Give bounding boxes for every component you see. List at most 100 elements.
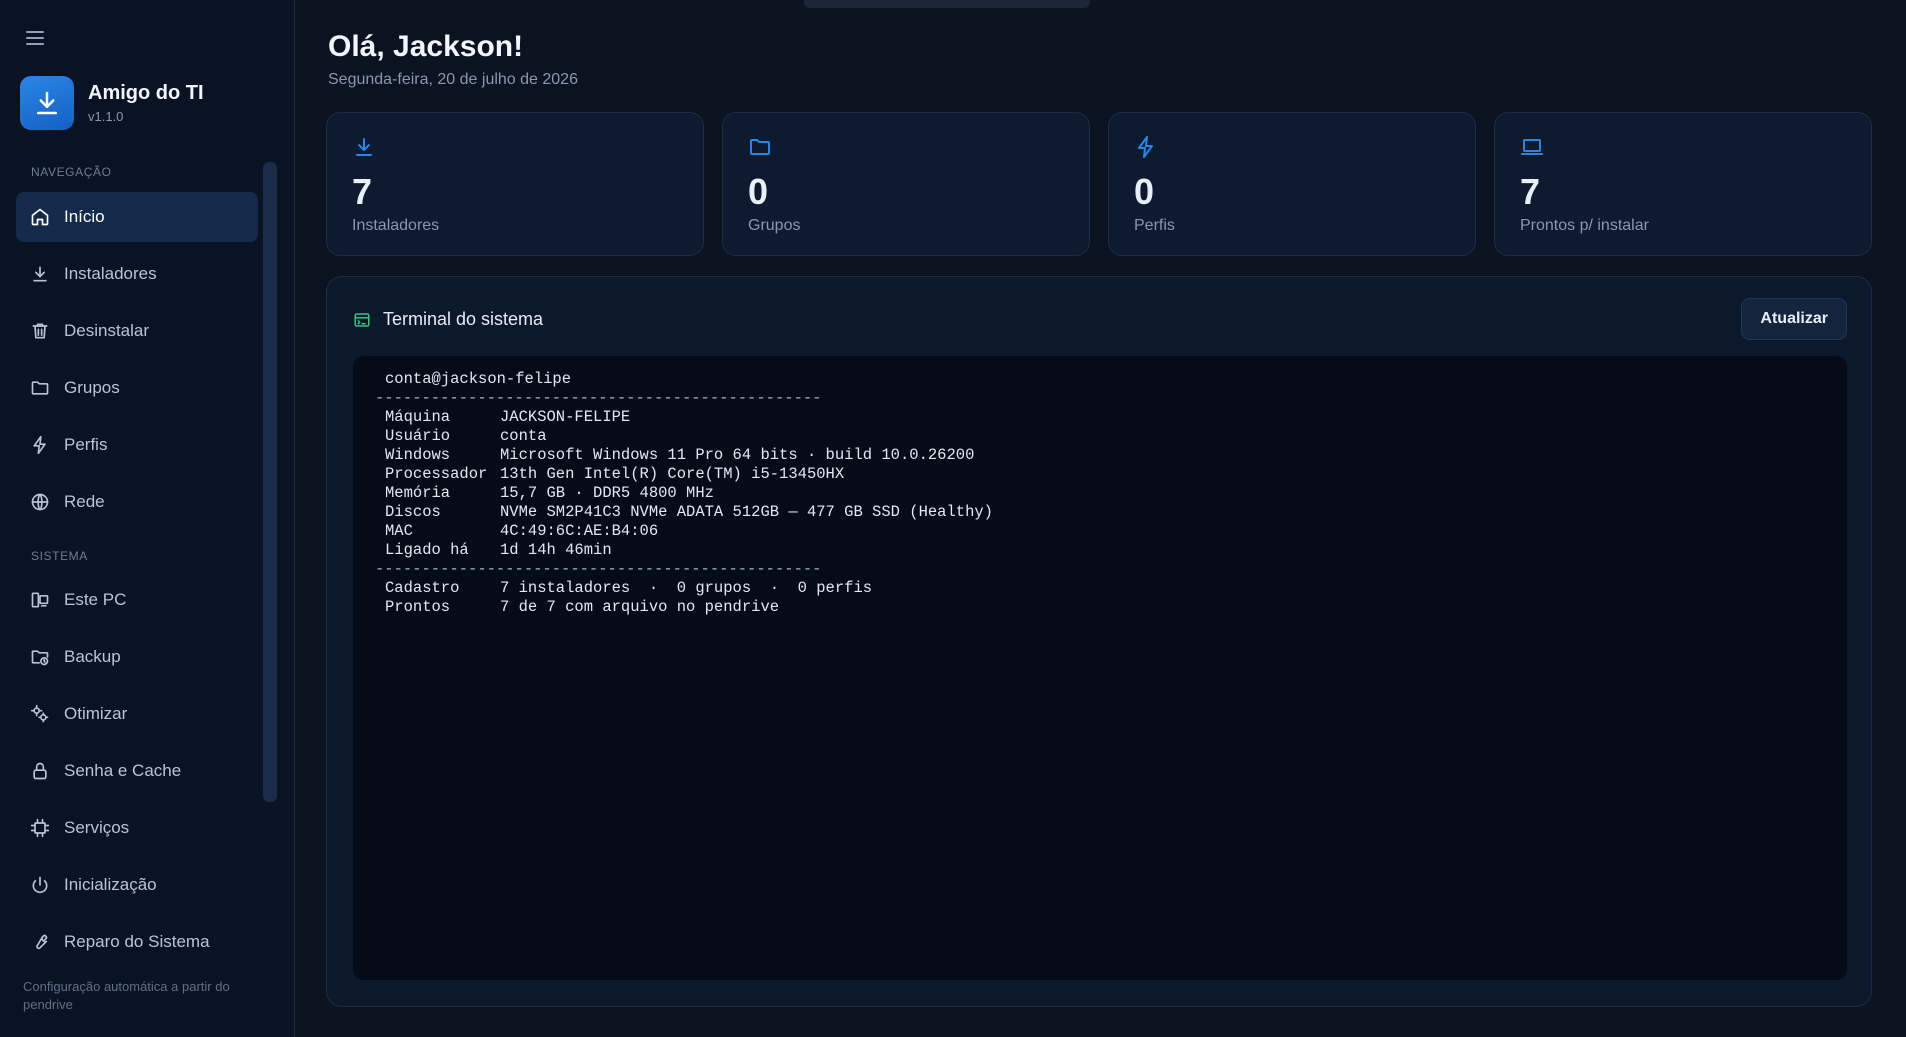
gears-icon <box>30 704 49 723</box>
refresh-button[interactable]: Atualizar <box>1741 298 1847 340</box>
lock-icon <box>33 762 47 780</box>
sidebar-item-label: Instaladores <box>64 264 157 283</box>
terminal-icon <box>354 312 370 327</box>
app-name: Amigo do TI <box>88 82 204 104</box>
menu-toggle-icon[interactable] <box>26 26 50 50</box>
folder-icon <box>750 139 770 155</box>
sidebar-item-instaladores[interactable]: Instaladores <box>16 249 258 299</box>
terminal-key: Ligado há <box>385 541 469 559</box>
terminal-separator: ----------------------------------------… <box>375 560 822 578</box>
download-icon <box>33 266 47 282</box>
stat-card-grupos[interactable]: 0 Grupos <box>722 112 1090 256</box>
sidebar-item-este-pc[interactable]: Este PC <box>16 575 258 625</box>
sidebar-item-inicio[interactable]: Início <box>16 192 258 242</box>
download-icon <box>356 138 372 156</box>
stat-value: 7 <box>352 171 373 212</box>
terminal-value: JACKSON-FELIPE <box>500 408 631 426</box>
terminal-row: Processador 13th Gen Intel(R) Core(TM) i5… <box>353 465 1847 484</box>
sidebar-item-desinstalar[interactable]: Desinstalar <box>16 306 258 356</box>
stat-card-prontos[interactable]: 7 Prontos p/ instalar <box>1494 112 1872 256</box>
sidebar-item-servicos[interactable]: Serviços <box>16 803 258 853</box>
sidebar-item-senha-cache[interactable]: Senha e Cache <box>16 746 258 796</box>
app-version: v1.1.0 <box>88 109 124 124</box>
sidebar-scrollbar[interactable] <box>263 162 277 802</box>
sidebar-item-label: Senha e Cache <box>64 761 182 780</box>
terminal-key: Discos <box>385 503 441 521</box>
terminal-key: Windows <box>385 446 451 464</box>
page-title: Olá, Jackson! <box>328 30 524 63</box>
sidebar-item-perfis[interactable]: Perfis <box>16 420 258 470</box>
folder-icon <box>31 381 49 395</box>
sidebar-item-otimizar[interactable]: Otimizar <box>16 689 258 739</box>
pc-icon <box>31 592 49 608</box>
sidebar-item-label: Desinstalar <box>64 321 150 340</box>
terminal-row: Cadastro 7 instaladores · 0 grupos · 0 pe… <box>353 579 1847 598</box>
home-icon <box>31 208 49 226</box>
sidebar-item-label: Grupos <box>64 378 120 397</box>
sidebar-footer-note: Configuração automática a partir do pend… <box>23 979 230 1012</box>
stat-value: 7 <box>1520 171 1541 212</box>
sidebar-item-inicializacao[interactable]: Inicialização <box>16 860 258 910</box>
terminal-row: Ligado há 1d 14h 46min <box>353 541 1847 560</box>
stat-value: 0 <box>748 171 769 212</box>
terminal-row: Windows Microsoft Windows 11 Pro 64 bits … <box>353 446 1847 465</box>
power-icon <box>32 876 48 894</box>
terminal-key: Usuário <box>385 427 451 445</box>
sidebar-item-label: Otimizar <box>64 704 128 723</box>
terminal-key: Memória <box>385 484 451 502</box>
terminal-row: Memória 15,7 GB · DDR5 4800 MHz <box>353 484 1847 503</box>
stat-label: Instaladores <box>352 217 440 234</box>
terminal-key: Processador <box>385 465 488 483</box>
stat-label: Perfis <box>1134 217 1175 234</box>
sidebar-item-grupos[interactable]: Grupos <box>16 363 258 413</box>
terminal-value: NVMe SM2P41C3 NVMe ADATA 512GB — 477 GB … <box>500 503 993 521</box>
terminal-row: Máquina JACKSON-FELIPE <box>353 408 1847 427</box>
terminal-output[interactable]: conta@jackson-felipe -------------------… <box>353 356 1847 980</box>
terminal-key: Máquina <box>385 408 451 426</box>
sidebar-item-label: Reparo do Sistema <box>64 932 210 951</box>
section-label-system: SISTEMA <box>31 549 88 563</box>
stat-label: Grupos <box>748 217 801 234</box>
sidebar-item-backup[interactable]: Backup <box>16 632 258 682</box>
laptop-icon <box>1521 139 1543 155</box>
section-label-navigation: NAVEGAÇÃO <box>31 165 112 179</box>
terminal-key: Cadastro <box>385 579 460 597</box>
terminal-value: Microsoft Windows 11 Pro 64 bits · build… <box>500 446 975 464</box>
terminal-value: 7 instaladores · 0 grupos · 0 perfis <box>500 579 873 597</box>
sidebar-item-reparo[interactable]: Reparo do Sistema <box>16 917 258 967</box>
sidebar-item-label: Backup <box>64 647 121 666</box>
bolt-icon <box>1138 136 1153 158</box>
stat-card-perfis[interactable]: 0 Perfis <box>1108 112 1476 256</box>
terminal-value: 1d 14h 46min <box>500 541 612 559</box>
terminal-value: conta <box>500 427 547 445</box>
window-drag-handle[interactable] <box>804 0 1090 8</box>
terminal-value: 4C:49:6C:AE:B4:06 <box>500 522 659 540</box>
terminal-row: Prontos 7 de 7 com arquivo no pendrive <box>353 598 1847 617</box>
app-window: Amigo do TI v1.1.0 NAVEGAÇÃO Início Inst… <box>0 0 1906 1037</box>
terminal-title: Terminal do sistema <box>383 309 544 329</box>
terminal-header: Terminal do sistema <box>353 309 543 330</box>
terminal-separator: ----------------------------------------… <box>375 389 822 407</box>
chip-icon <box>30 818 50 838</box>
sidebar-item-label: Início <box>64 207 105 226</box>
stat-value: 0 <box>1134 171 1155 212</box>
sidebar-item-label: Rede <box>64 492 105 511</box>
sidebar-item-label: Inicialização <box>64 875 157 894</box>
sidebar-item-rede[interactable]: Rede <box>16 477 258 527</box>
download-logo-icon <box>20 76 74 130</box>
terminal-key: MAC <box>385 522 413 540</box>
terminal-panel: Terminal do sistema Atualizar conta@jack… <box>326 276 1872 1007</box>
stat-label: Prontos p/ instalar <box>1520 217 1649 234</box>
backup-folder-icon <box>31 650 49 666</box>
bolt-icon <box>33 435 46 455</box>
terminal-row: MAC 4C:49:6C:AE:B4:06 <box>353 522 1847 541</box>
trash-icon <box>32 323 48 339</box>
terminal-value: 15,7 GB · DDR5 4800 MHz <box>500 484 714 502</box>
sidebar-item-label: Perfis <box>64 435 108 454</box>
terminal-prompt: conta@jackson-felipe <box>385 370 572 388</box>
stat-card-instaladores[interactable]: 7 Instaladores <box>326 112 704 256</box>
terminal-row: Usuário conta <box>353 427 1847 446</box>
globe-icon <box>31 493 49 511</box>
current-date: Segunda-feira, 20 de julho de 2026 <box>328 71 578 88</box>
sidebar-item-label: Serviços <box>64 818 130 837</box>
